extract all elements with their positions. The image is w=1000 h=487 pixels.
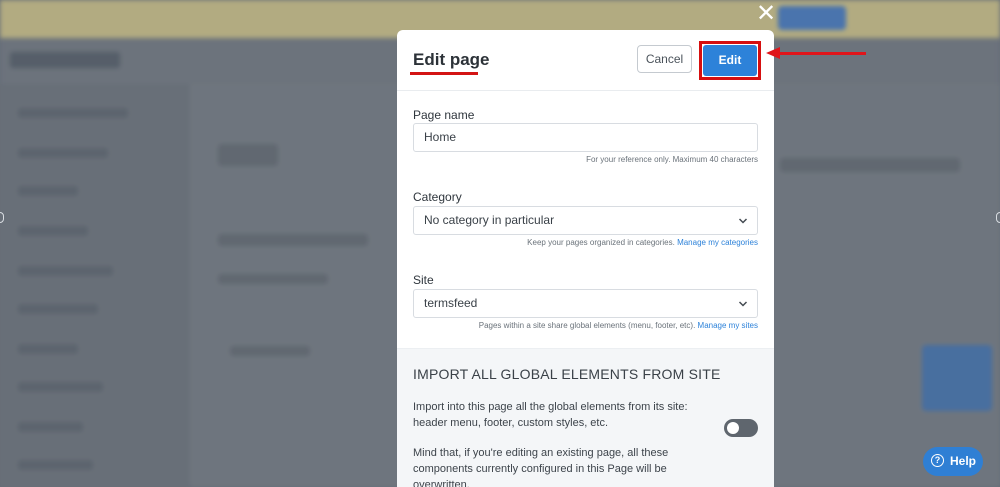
modal-title: Edit page <box>413 50 490 69</box>
toggle-knob <box>727 422 739 434</box>
category-selected-value: No category in particular <box>424 213 555 227</box>
site-label: Site <box>413 273 434 287</box>
site-selected-value: termsfeed <box>424 296 478 310</box>
import-description: Import into this page all the global ele… <box>413 401 688 429</box>
page-name-help: For your reference only. Maximum 40 char… <box>586 155 758 164</box>
close-icon[interactable]: ✕ <box>755 1 777 25</box>
edit-page-modal: Edit page Cancel Edit Page name Home For… <box>397 30 774 487</box>
page-name-input[interactable]: Home <box>413 123 758 152</box>
title-underline-annotation <box>410 72 478 75</box>
category-label: Category <box>413 190 462 204</box>
question-circle-icon: ? <box>931 454 944 467</box>
category-help: Keep your pages organized in categories.… <box>527 238 758 247</box>
page-name-label: Page name <box>413 108 475 122</box>
category-help-text: Keep your pages organized in categories. <box>527 238 675 247</box>
red-arrow-head-icon <box>766 47 780 59</box>
import-warning: Mind that, if you're editing an existing… <box>413 447 669 487</box>
red-arrow-icon <box>778 52 866 55</box>
import-global-elements-section: IMPORT ALL GLOBAL ELEMENTS FROM SITE Imp… <box>397 348 774 487</box>
modal-header: Edit page Cancel Edit <box>397 30 774 91</box>
chevron-down-icon <box>738 218 748 224</box>
help-button-label: Help <box>950 454 977 468</box>
import-global-elements-toggle[interactable] <box>724 419 758 437</box>
import-section-title: IMPORT ALL GLOBAL ELEMENTS FROM SITE <box>413 366 721 382</box>
edit-button[interactable]: Edit <box>703 45 757 76</box>
help-button[interactable]: ? Help <box>923 447 983 476</box>
right-edge-handle <box>996 212 1000 223</box>
site-select[interactable]: termsfeed <box>413 289 758 318</box>
manage-sites-link[interactable]: Manage my sites <box>698 321 758 330</box>
site-help: Pages within a site share global element… <box>479 321 758 330</box>
manage-categories-link[interactable]: Manage my categories <box>677 238 758 247</box>
cancel-button[interactable]: Cancel <box>637 45 692 73</box>
category-select[interactable]: No category in particular <box>413 206 758 235</box>
site-help-text: Pages within a site share global element… <box>478 321 696 330</box>
chevron-down-icon <box>738 301 748 307</box>
